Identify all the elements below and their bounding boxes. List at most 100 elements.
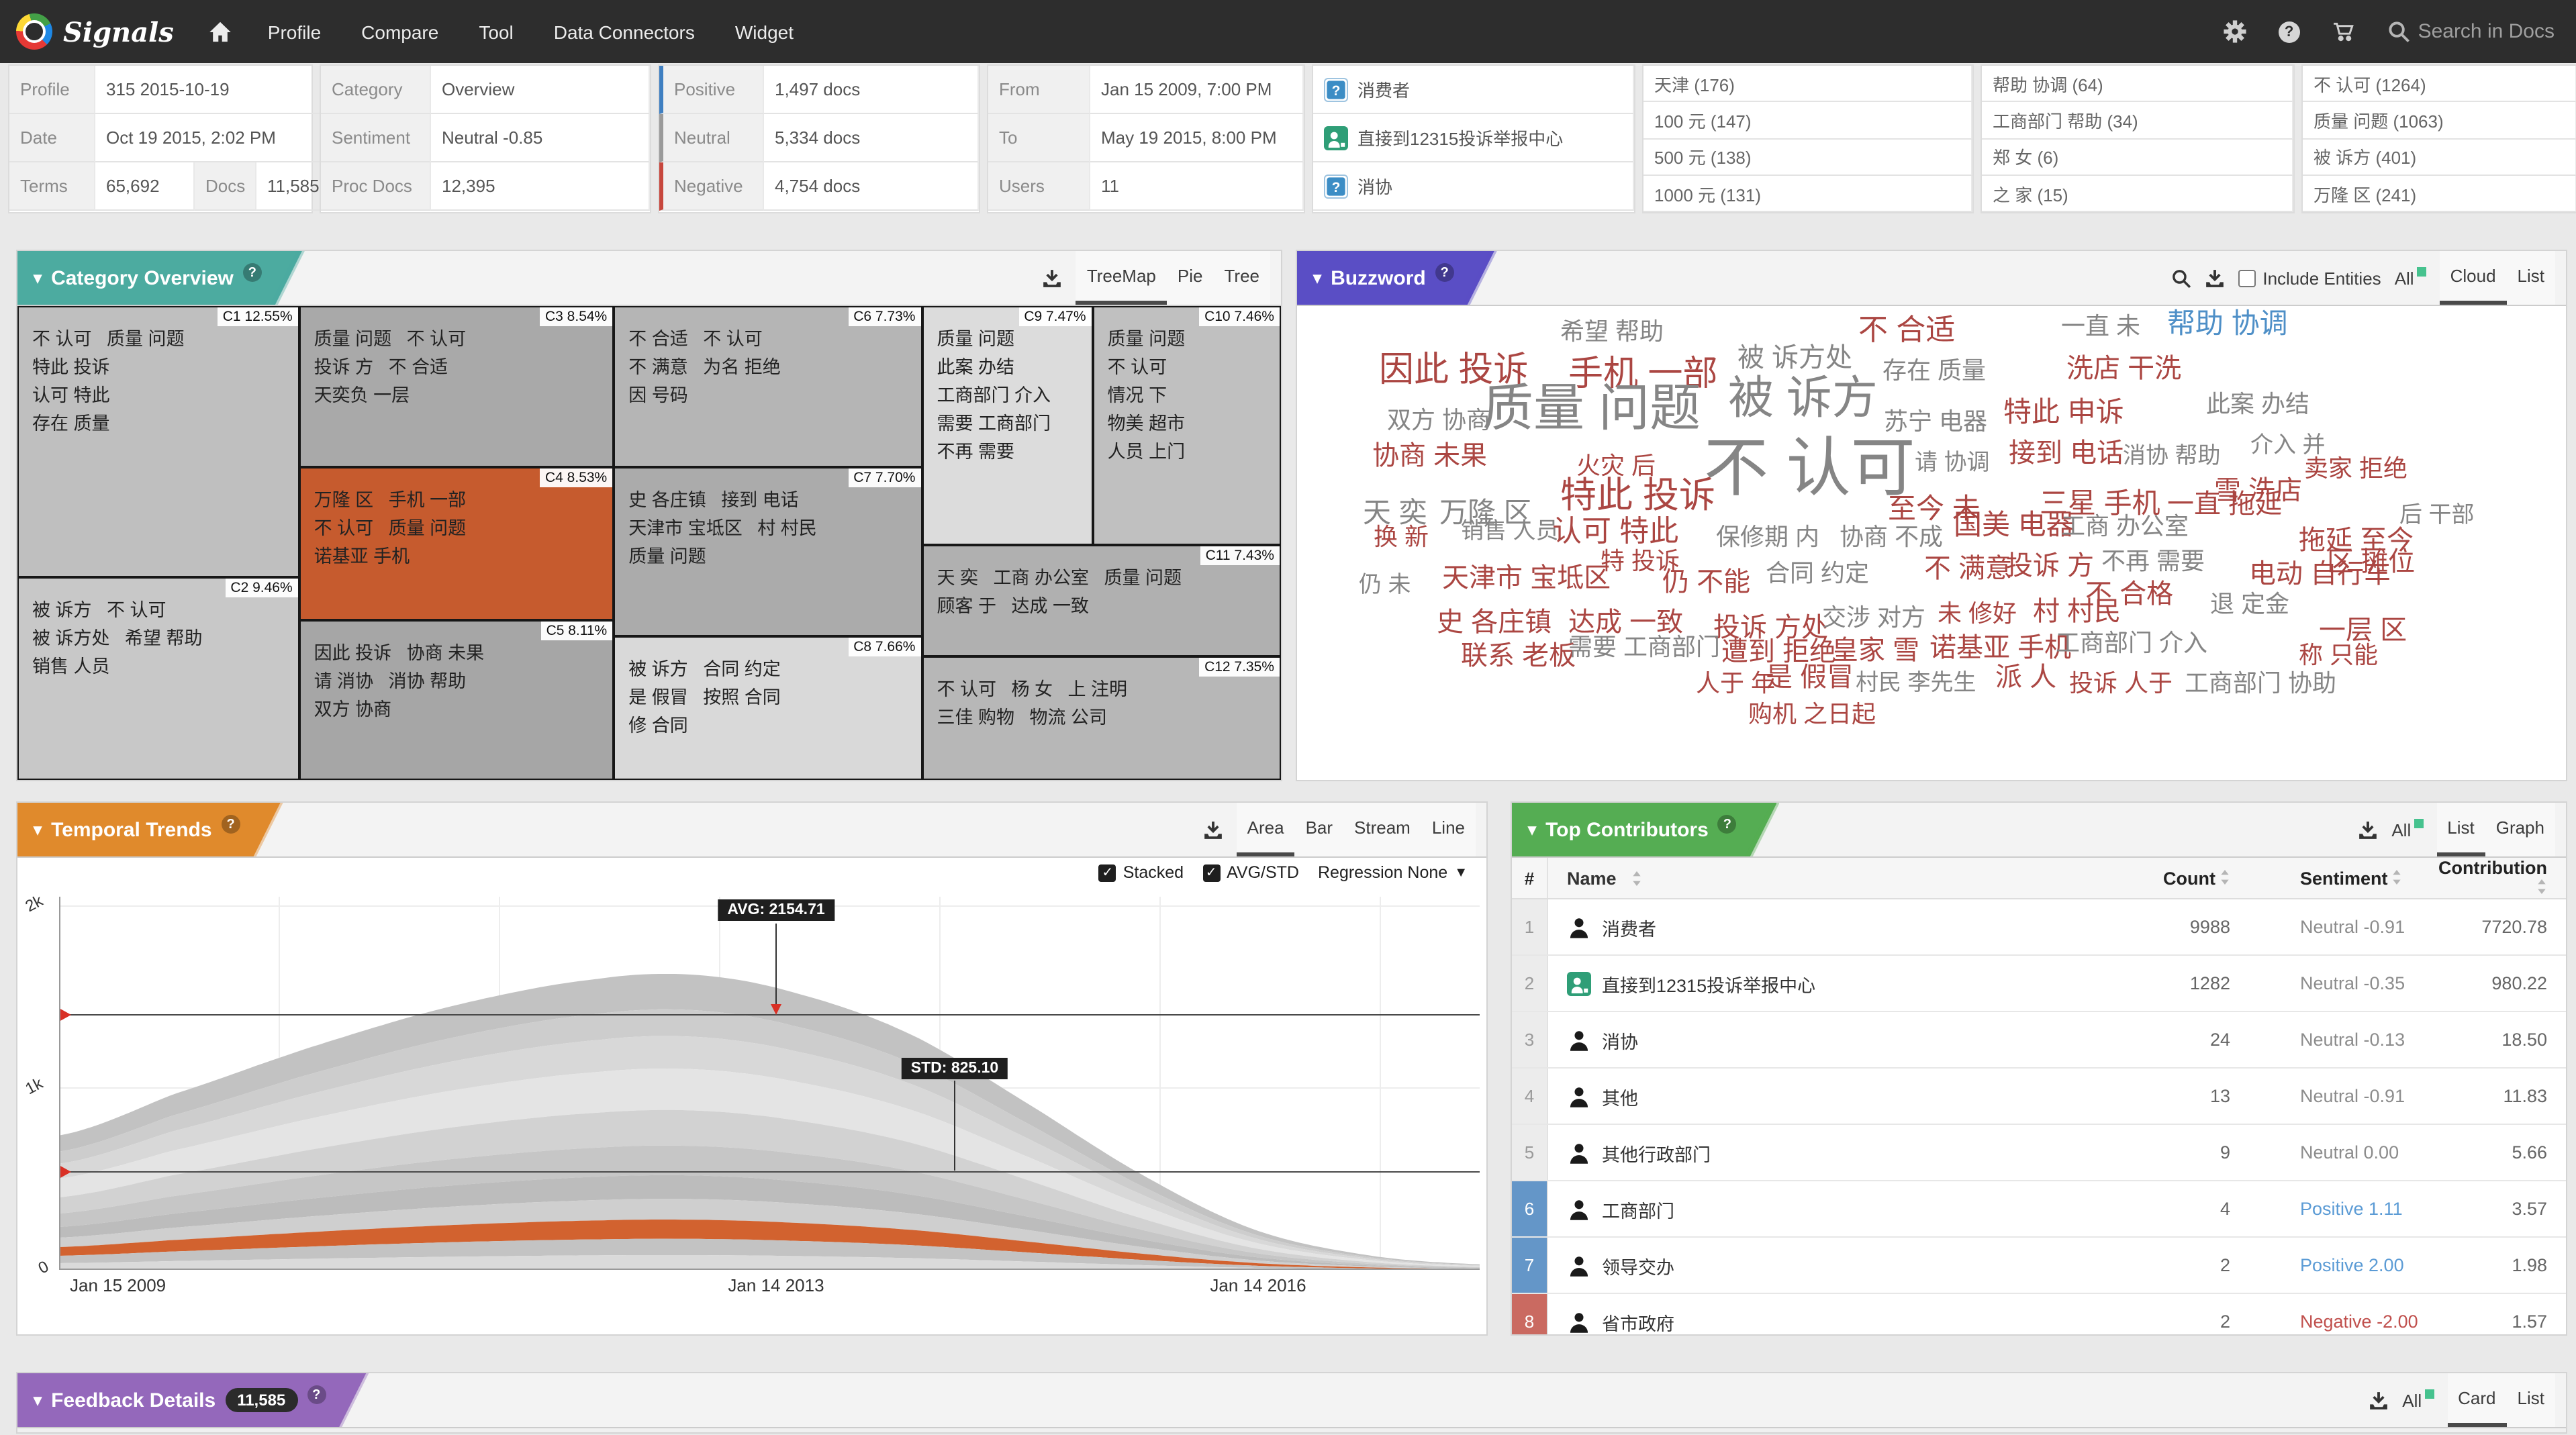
cloud-word[interactable]: 认可 特此 — [1552, 517, 1678, 546]
all-filter[interactable]: All — [2395, 251, 2426, 305]
nav-item-profile[interactable]: Profile — [268, 21, 321, 42]
cloud-word[interactable]: 村 村民 — [2033, 599, 2121, 626]
term-link[interactable]: 之 家 (15) — [1982, 176, 2293, 213]
cloud-word[interactable]: 达成 一致 — [1568, 609, 1683, 636]
treemap-cell-c8[interactable]: C8 7.66%被 诉方 合同 约定是 假冒 按照 合同修 合同 — [614, 636, 922, 780]
tab-tree[interactable]: Tree — [1214, 251, 1271, 305]
cloud-word[interactable]: 派 人 — [1995, 664, 2056, 691]
treemap-cell-c1[interactable]: C1 12.55%不 认可 质量 问题特此 投诉认可 特此存在 质量 — [17, 306, 299, 578]
entity-item[interactable]: ?消费者 — [1313, 66, 1634, 114]
panel-help-icon[interactable]: ? — [222, 815, 240, 834]
stacked-checkbox[interactable]: ✓ — [1099, 864, 1116, 881]
cloud-word[interactable]: 交涉 对方 — [1822, 605, 1925, 630]
cloud-word[interactable]: 换 新 — [1374, 525, 1429, 549]
tab-list[interactable]: List — [2507, 251, 2555, 305]
regression-dropdown[interactable]: Regression None▼ — [1318, 863, 1468, 882]
cloud-word[interactable]: 帮助 协调 — [2167, 310, 2288, 338]
cloud-word[interactable]: 投诉 人于 — [2069, 671, 2173, 695]
tab-treemap[interactable]: TreeMap — [1076, 251, 1167, 305]
entity-item[interactable]: ?消协 — [1313, 162, 1634, 211]
contributor-row[interactable]: 8省市政府2Negative -2.001.57 — [1512, 1294, 2566, 1334]
cloud-word[interactable]: 投诉 方 — [2006, 553, 2094, 580]
cloud-word[interactable]: 介入 并 — [2250, 434, 2325, 456]
cloud-word[interactable]: 协商 未果 — [1372, 443, 1487, 470]
cloud-word[interactable]: 不 合适 — [1858, 315, 1955, 345]
cloud-word[interactable]: 史 各庄镇 — [1437, 609, 1552, 636]
tab-bar[interactable]: Bar — [1295, 803, 1343, 856]
panel-help-icon[interactable]: ? — [1435, 263, 1454, 282]
term-tag-item[interactable]: 被 诉方 (401) — [2303, 139, 2576, 176]
settings-gear-icon[interactable] — [2224, 20, 2246, 43]
treemap-cell-c4[interactable]: C4 8.53%万隆 区 手机 一部不 认可 质量 问题诺基亚 手机 — [299, 468, 614, 620]
panel-help-icon[interactable]: ? — [307, 1385, 326, 1404]
cloud-word[interactable]: 工商部门 介入 — [2056, 631, 2207, 655]
nav-item-compare[interactable]: Compare — [361, 21, 438, 42]
cloud-word[interactable]: 需要 工商部门 — [1568, 635, 1720, 659]
nav-item-data-connectors[interactable]: Data Connectors — [554, 21, 695, 42]
cloud-word[interactable]: 苏宁 电器 — [1884, 409, 1987, 434]
cloud-word[interactable]: 后 干部 — [2399, 503, 2474, 526]
docs-search-input[interactable]: Search in Docs — [2387, 20, 2555, 43]
cloud-word[interactable]: 希望 帮助 — [1560, 319, 1664, 344]
tab-card[interactable]: Card — [2447, 1373, 2506, 1427]
cart-icon[interactable] — [2332, 20, 2355, 43]
cloud-word[interactable]: 此案 办结 — [2206, 392, 2309, 416]
cloud-word[interactable]: 仍 不能 — [1662, 569, 1750, 596]
cloud-word[interactable]: 未 修好 — [1938, 601, 2017, 626]
cloud-word[interactable]: 一层 区 — [2319, 617, 2407, 644]
cloud-word[interactable]: 称 只能 — [2299, 643, 2378, 667]
cloud-word[interactable]: 洗店 干洗 — [2066, 356, 2181, 383]
entity-item[interactable]: 直接到12315投诉举报中心 — [1313, 114, 1634, 162]
collapse-icon[interactable]: ▾ — [34, 268, 42, 287]
tab-pie[interactable]: Pie — [1167, 251, 1214, 305]
cloud-word[interactable]: 一直 未 — [2061, 314, 2140, 338]
cloud-word[interactable]: 被 诉方处 — [1737, 345, 1852, 372]
cloud-word[interactable]: 请 协调 — [1915, 451, 1989, 474]
collapse-icon[interactable]: ▾ — [34, 1391, 42, 1409]
help-icon[interactable]: ? — [2279, 21, 2300, 42]
include-entities-checkbox[interactable] — [2238, 269, 2256, 287]
contributor-row[interactable]: 6工商部门4Positive 1.113.57 — [1512, 1181, 2566, 1238]
contributor-row[interactable]: 4其他13Neutral -0.9111.83 — [1512, 1069, 2566, 1125]
term-tag-item[interactable]: 万隆 区 (241) — [2303, 176, 2576, 213]
contributor-row[interactable]: 1消费者9988Neutral -0.917720.78 — [1512, 899, 2566, 956]
contributor-row[interactable]: 3消协24Neutral -0.1318.50 — [1512, 1012, 2566, 1069]
cloud-word[interactable]: 工商 办公室 — [2061, 514, 2189, 538]
treemap-cell-c11[interactable]: C11 7.43%天 奕 工商 办公室 质量 问题顾客 于 达成 一致 — [922, 546, 1281, 656]
cloud-word[interactable]: 皇家 雪 — [1831, 638, 1919, 664]
cloud-word[interactable]: 不 认可 — [1704, 438, 1915, 502]
contributor-row[interactable]: 7领导交办2Positive 2.001.98 — [1512, 1238, 2566, 1294]
column-header-contribution[interactable]: Contribution — [2437, 858, 2566, 898]
cloud-word[interactable]: 不 满意 — [1924, 556, 2012, 583]
download-icon[interactable] — [2369, 1390, 2389, 1410]
treemap-cell-c2[interactable]: C2 9.46%被 诉方 不 认可被 诉方处 希望 帮助销售 人员 — [17, 578, 299, 780]
contributor-row[interactable]: 5其他行政部门9Neutral 0.005.66 — [1512, 1125, 2566, 1181]
cloud-word[interactable]: 国美 电器 — [1954, 511, 2074, 540]
cloud-word[interactable]: 人于 年 — [1696, 671, 1775, 695]
cloud-search-icon[interactable] — [2171, 268, 2191, 288]
term-count-item[interactable]: 1000 元 (131) — [1643, 176, 1972, 213]
cloud-word[interactable]: 天津市 宝坻区 — [1442, 565, 1611, 592]
home-icon[interactable] — [209, 19, 233, 44]
cloud-word[interactable]: 销售 人员 — [1461, 519, 1558, 542]
panel-help-icon[interactable]: ? — [1718, 815, 1737, 834]
tab-graph[interactable]: Graph — [2485, 803, 2555, 856]
treemap-cell-c12[interactable]: C12 7.35%不 认可 杨 女 上 注明三佳 购物 物流 公司 — [922, 656, 1281, 780]
tab-line[interactable]: Line — [1421, 803, 1476, 856]
treemap-cell-c5[interactable]: C5 8.11%因此 投诉 协商 未果请 消协 消协 帮助双方 协商 — [299, 620, 614, 780]
cloud-word[interactable]: 接到 电话 — [2009, 440, 2124, 467]
cloud-word[interactable]: 村民 李先生 — [1856, 671, 1976, 694]
download-icon[interactable] — [1043, 268, 1063, 288]
treemap-cell-c7[interactable]: C7 7.70%史 各庄镇 接到 电话天津市 宝坻区 村 村民质量 问题 — [614, 468, 922, 636]
term-count-item[interactable]: 天津 (176) — [1643, 66, 1972, 103]
term-link[interactable]: 帮助 协调 (64) — [1982, 66, 2293, 103]
term-tag-item[interactable]: 不 认可 (1264) — [2303, 66, 2576, 103]
cloud-word[interactable]: 特此 申诉 — [2003, 399, 2124, 427]
term-count-item[interactable]: 500 元 (138) — [1643, 139, 1972, 176]
avgstd-checkbox[interactable]: ✓ — [1202, 864, 1220, 881]
cloud-word[interactable]: 购机 之日起 — [1748, 702, 1876, 726]
treemap-cell-c10[interactable]: C10 7.46%质量 问题不 认可情况 下物美 超市人员 上门 — [1093, 306, 1281, 546]
cloud-word[interactable]: 卖家 拒绝 — [2304, 456, 2407, 481]
nav-item-tool[interactable]: Tool — [479, 21, 513, 42]
cloud-word[interactable]: 火灾 后 — [1576, 454, 1656, 478]
